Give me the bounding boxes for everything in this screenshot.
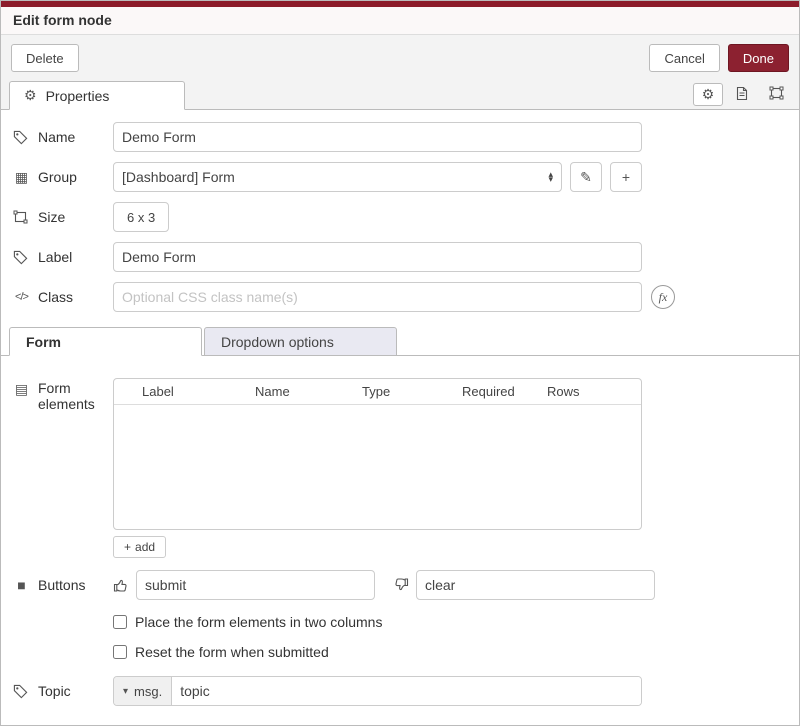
topic-field-row: Topic ▾ msg. — [13, 676, 787, 706]
column-header-name: Name — [255, 384, 362, 399]
tag-icon — [13, 130, 30, 145]
topic-type-label: msg. — [134, 684, 162, 699]
done-button[interactable]: Done — [728, 44, 789, 72]
subtab-form[interactable]: Form — [9, 327, 202, 356]
reset-option-row: Reset the form when submitted — [113, 644, 787, 660]
buttons-field-row: ■ Buttons — [13, 570, 787, 600]
topic-field-label: Topic — [13, 683, 113, 699]
size-field-label: Size — [13, 209, 113, 225]
fx-expand-button[interactable]: fx — [651, 285, 675, 309]
dialog-toolbar: Delete Cancel Done — [1, 35, 799, 81]
form-subtabs: Form Dropdown options — [1, 326, 799, 356]
tab-properties-label: Properties — [46, 88, 110, 104]
label-input[interactable] — [113, 242, 642, 272]
edit-form-node-dialog: Edit form node Delete Cancel Done ⚙ Prop… — [0, 0, 800, 726]
buttons-field-label: ■ Buttons — [13, 577, 113, 593]
add-group-button[interactable]: + — [610, 162, 642, 192]
dialog-header: Edit form node — [1, 7, 799, 35]
tab-properties[interactable]: ⚙ Properties — [9, 81, 185, 110]
group-select-value: [Dashboard] Form — [122, 169, 235, 185]
gear-icon: ⚙ — [24, 87, 37, 104]
tag-icon — [13, 684, 30, 699]
editor-tabbar: ⚙ Properties ⚙ — [1, 81, 799, 110]
plus-icon: + — [622, 169, 630, 185]
size-field-row: Size 6 x 3 — [13, 202, 787, 232]
two-columns-checkbox[interactable] — [113, 615, 127, 629]
two-columns-option-row: Place the form elements in two columns — [113, 614, 787, 630]
cancel-button[interactable]: Cancel — [649, 44, 719, 72]
subtab-dropdown-options[interactable]: Dropdown options — [204, 327, 397, 356]
select-arrows-icon: ▴▾ — [548, 172, 553, 182]
name-field-label: Name — [13, 129, 113, 145]
form-elements-list: Label Name Type Required Rows — [113, 378, 642, 530]
group-field-label: ▦ Group — [13, 169, 113, 185]
column-header-type: Type — [362, 384, 462, 399]
properties-tab-button[interactable]: ⚙ — [693, 83, 723, 106]
plus-icon: + — [124, 540, 131, 554]
column-header-rows: Rows — [547, 384, 580, 399]
class-field-row: </> Class fx — [13, 282, 787, 312]
reset-form-label: Reset the form when submitted — [135, 644, 329, 660]
add-element-button[interactable]: + add — [113, 536, 166, 558]
topic-input[interactable] — [172, 677, 641, 705]
table-icon: ▦ — [13, 170, 30, 184]
edit-group-button[interactable]: ✎ — [570, 162, 602, 192]
thumbs-up-icon — [113, 577, 130, 593]
form-elements-label: ▤ Form elements — [13, 378, 113, 412]
document-icon — [735, 86, 749, 104]
dialog-title: Edit form node — [13, 12, 112, 28]
description-tab-button[interactable] — [727, 83, 757, 106]
form-elements-row: ▤ Form elements Label Name Type Required… — [13, 378, 787, 558]
tab-tools: ⚙ — [693, 83, 791, 109]
size-icon — [13, 210, 30, 224]
size-button[interactable]: 6 x 3 — [113, 202, 169, 232]
pencil-icon: ✎ — [580, 169, 592, 186]
caret-down-icon: ▾ — [123, 686, 128, 697]
two-columns-label: Place the form elements in two columns — [135, 614, 382, 630]
appearance-tab-button[interactable] — [761, 83, 791, 106]
gear-icon: ⚙ — [702, 86, 715, 103]
label-field-label: Label — [13, 249, 113, 265]
class-field-label: </> Class — [13, 289, 113, 305]
class-input[interactable] — [113, 282, 642, 312]
column-header-label: Label — [142, 384, 255, 399]
object-group-icon — [769, 86, 784, 103]
form-elements-header: Label Name Type Required Rows — [114, 379, 641, 405]
group-field-row: ▦ Group [Dashboard] Form ▴▾ ✎ + — [13, 162, 787, 192]
code-icon: </> — [13, 292, 30, 303]
name-field-row: Name — [13, 122, 787, 152]
name-input[interactable] — [113, 122, 642, 152]
label-field-row: Label — [13, 242, 787, 272]
thumbs-down-icon — [393, 577, 410, 593]
square-icon: ■ — [13, 578, 30, 592]
clear-button-label-input[interactable] — [416, 570, 655, 600]
tag-icon — [13, 250, 30, 265]
properties-panel: Name ▦ Group [Dashboard] Form ▴▾ ✎ + — [1, 110, 799, 725]
group-select[interactable]: [Dashboard] Form ▴▾ — [113, 162, 562, 192]
form-list-icon: ▤ — [13, 382, 30, 396]
topic-type-button[interactable]: ▾ msg. — [114, 677, 172, 705]
topic-typed-input: ▾ msg. — [113, 676, 642, 706]
reset-form-checkbox[interactable] — [113, 645, 127, 659]
submit-button-label-input[interactable] — [136, 570, 375, 600]
column-header-required: Required — [462, 384, 547, 399]
delete-button[interactable]: Delete — [11, 44, 79, 72]
